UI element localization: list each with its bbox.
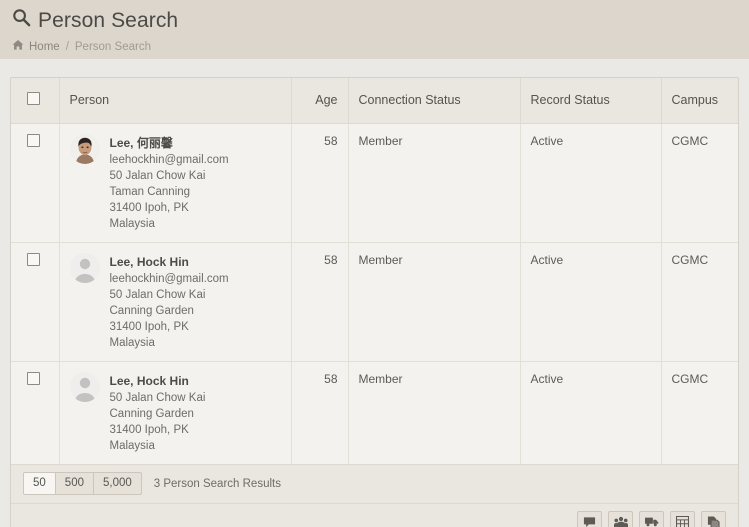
- table-body: Lee, 何丽馨 leehockhin@gmail.com50 Jalan Ch…: [11, 123, 739, 464]
- person-address-line: Malaysia: [110, 216, 229, 232]
- breadcrumb: Home / Person Search: [12, 39, 737, 54]
- column-header-select: [11, 78, 59, 123]
- person-address-line: Canning Garden: [110, 406, 206, 422]
- page-title-text: Person Search: [38, 8, 178, 34]
- results-footer: 50 500 5,000 3 Person Search Results: [11, 465, 738, 504]
- page-size-50-button[interactable]: 50: [23, 472, 56, 495]
- copy-icon: [707, 516, 720, 527]
- person-name[interactable]: Lee, Hock Hin: [110, 254, 229, 270]
- person-address-line: 50 Jalan Chow Kai: [110, 168, 229, 184]
- person-address-block: leehockhin@gmail.com50 Jalan Chow KaiCan…: [110, 271, 229, 351]
- table-button[interactable]: [670, 511, 695, 527]
- row-select-cell: [11, 361, 59, 464]
- column-header-campus[interactable]: Campus: [661, 78, 739, 123]
- age-cell: 58: [291, 361, 348, 464]
- column-header-record-status[interactable]: Record Status: [520, 78, 661, 123]
- person-email[interactable]: leehockhin@gmail.com: [110, 271, 229, 287]
- person-address-block: 50 Jalan Chow KaiCanning Garden31400 Ipo…: [110, 390, 206, 454]
- page-size-5000-button[interactable]: 5,000: [93, 472, 142, 495]
- results-count-label: 3 Person Search Results: [154, 478, 281, 490]
- default-avatar-icon: [70, 253, 100, 283]
- select-all-checkbox[interactable]: [27, 92, 40, 105]
- table-header: Person Age Connection Status Record Stat…: [11, 78, 739, 123]
- page-size-500-button[interactable]: 500: [55, 472, 94, 495]
- table-row[interactable]: Lee, Hock Hin leehockhin@gmail.com50 Jal…: [11, 242, 739, 361]
- connection-status-cell: Member: [348, 123, 520, 242]
- person-address-block: leehockhin@gmail.com50 Jalan Chow KaiTam…: [110, 152, 229, 232]
- row-checkbox[interactable]: [27, 134, 40, 147]
- comment-icon: [583, 516, 596, 527]
- row-checkbox[interactable]: [27, 253, 40, 266]
- person-email[interactable]: leehockhin@gmail.com: [110, 152, 229, 168]
- person-name[interactable]: Lee, Hock Hin: [110, 373, 206, 389]
- truck-icon: [645, 516, 659, 527]
- table-row[interactable]: Lee, 何丽馨 leehockhin@gmail.com50 Jalan Ch…: [11, 123, 739, 242]
- age-cell: 58: [291, 123, 348, 242]
- truck-button[interactable]: [639, 511, 664, 527]
- column-header-connection-status[interactable]: Connection Status: [348, 78, 520, 123]
- person-cell: Lee, Hock Hin 50 Jalan Chow KaiCanning G…: [59, 361, 291, 464]
- breadcrumb-separator: /: [66, 41, 69, 53]
- home-icon: [12, 39, 24, 54]
- person-address-line: 31400 Ipoh, PK: [110, 200, 229, 216]
- copy-button[interactable]: [701, 511, 726, 527]
- comment-button[interactable]: [577, 511, 602, 527]
- magnifier-icon: [12, 8, 31, 34]
- campus-cell: CGMC: [661, 361, 739, 464]
- breadcrumb-current: Person Search: [75, 41, 151, 53]
- group-icon: [614, 516, 628, 527]
- person-address-line: 50 Jalan Chow Kai: [110, 390, 206, 406]
- campus-cell: CGMC: [661, 242, 739, 361]
- connection-status-cell: Member: [348, 242, 520, 361]
- person-address-line: 50 Jalan Chow Kai: [110, 287, 229, 303]
- connection-status-cell: Member: [348, 361, 520, 464]
- record-status-cell: Active: [520, 242, 661, 361]
- table-header-row: Person Age Connection Status Record Stat…: [11, 78, 739, 123]
- default-avatar-icon: [70, 372, 100, 402]
- person-address-line: 31400 Ipoh, PK: [110, 422, 206, 438]
- photo-avatar: [70, 134, 100, 164]
- row-checkbox[interactable]: [27, 372, 40, 385]
- person-address-line: 31400 Ipoh, PK: [110, 319, 229, 335]
- page-header: Person Search Home / Person Search: [0, 0, 749, 59]
- person-cell: Lee, 何丽馨 leehockhin@gmail.com50 Jalan Ch…: [59, 123, 291, 242]
- person-address-line: Canning Garden: [110, 303, 229, 319]
- row-select-cell: [11, 123, 59, 242]
- person-name[interactable]: Lee, 何丽馨: [110, 135, 229, 151]
- campus-cell: CGMC: [661, 123, 739, 242]
- tool-button-bar: [11, 504, 738, 527]
- column-header-person[interactable]: Person: [59, 78, 291, 123]
- person-address-line: Taman Canning: [110, 184, 229, 200]
- breadcrumb-home-link[interactable]: Home: [29, 41, 60, 53]
- person-address-line: Malaysia: [110, 438, 206, 454]
- row-select-cell: [11, 242, 59, 361]
- person-cell: Lee, Hock Hin leehockhin@gmail.com50 Jal…: [59, 242, 291, 361]
- record-status-cell: Active: [520, 361, 661, 464]
- table-icon: [676, 516, 689, 527]
- age-cell: 58: [291, 242, 348, 361]
- page-size-button-group: 50 500 5,000: [23, 472, 142, 495]
- person-results-table: Person Age Connection Status Record Stat…: [11, 78, 739, 465]
- results-panel: Person Age Connection Status Record Stat…: [10, 77, 739, 527]
- record-status-cell: Active: [520, 123, 661, 242]
- table-row[interactable]: Lee, Hock Hin 50 Jalan Chow KaiCanning G…: [11, 361, 739, 464]
- person-address-line: Malaysia: [110, 335, 229, 351]
- page-title: Person Search: [12, 6, 737, 34]
- default-avatar: [70, 253, 100, 283]
- default-avatar: [70, 372, 100, 402]
- photo-avatar-image: [70, 134, 100, 164]
- column-header-age[interactable]: Age: [291, 78, 348, 123]
- group-button[interactable]: [608, 511, 633, 527]
